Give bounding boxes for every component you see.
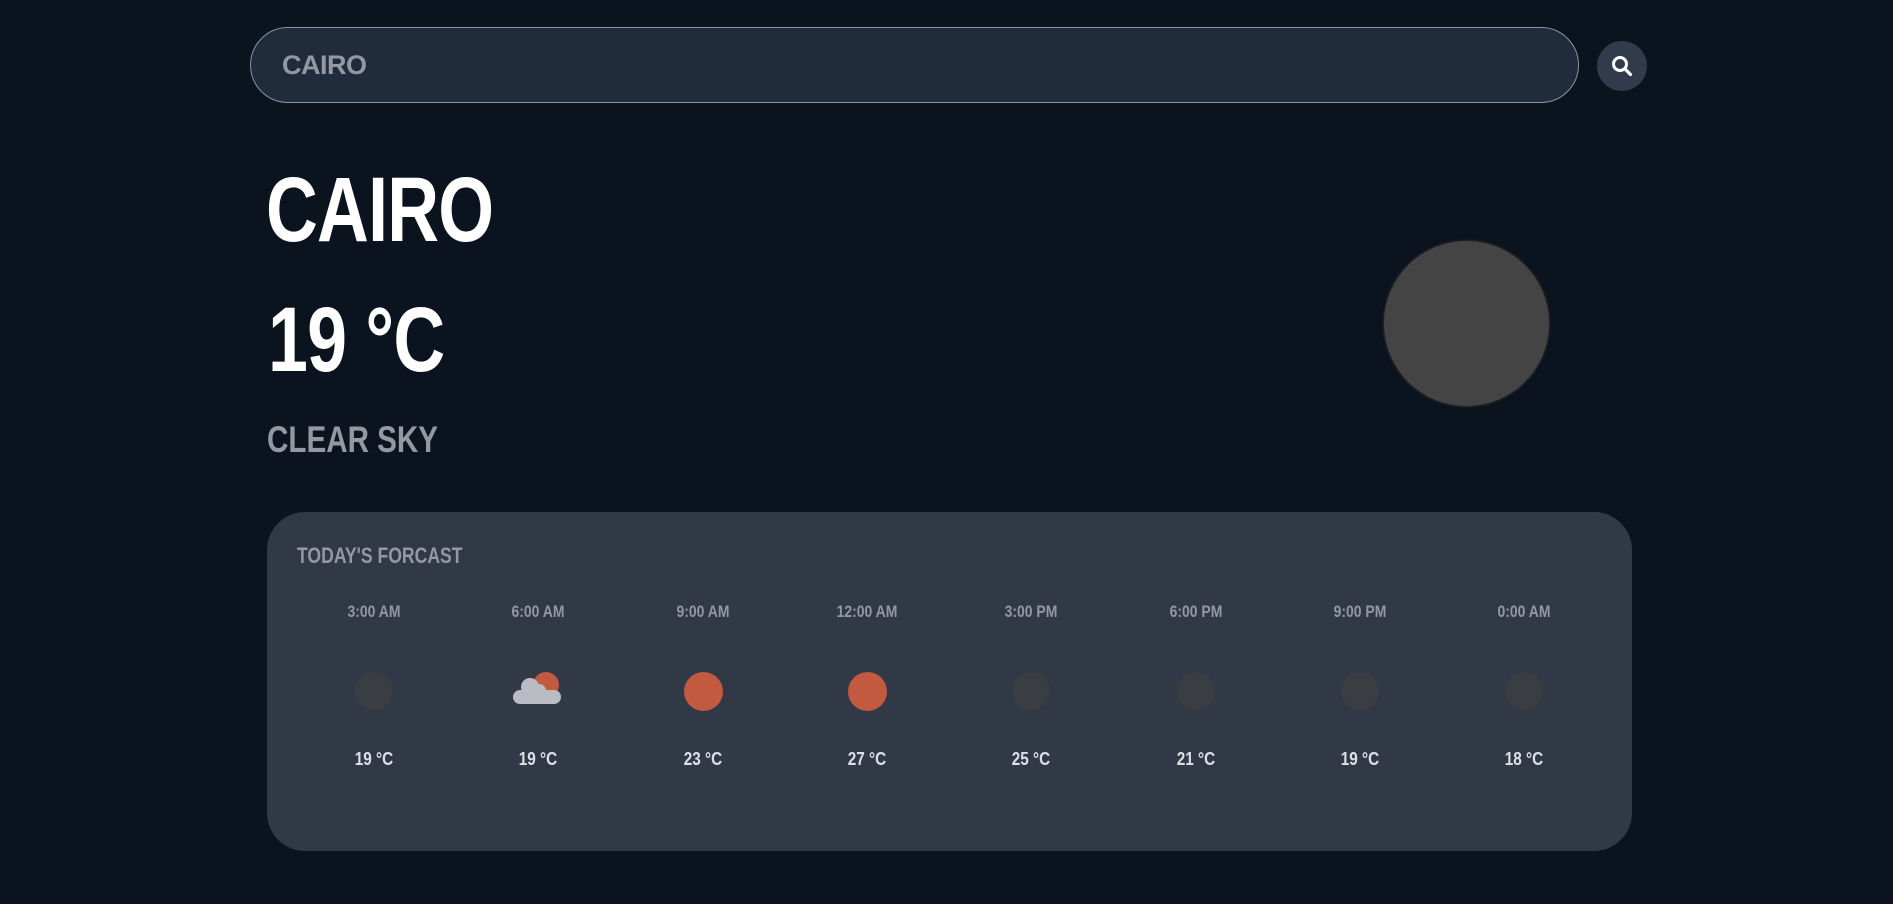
forecast-title: TODAY'S FORCAST xyxy=(297,543,463,568)
forecast-temperature: 21 °C xyxy=(1176,749,1216,769)
sun-icon xyxy=(673,661,733,721)
forecast-temperature: 19 °C xyxy=(354,749,394,769)
forecast-time: 6:00 AM xyxy=(511,602,565,621)
forecast-time: 0:00 AM xyxy=(1497,602,1551,621)
sun-icon xyxy=(837,661,897,721)
partly-cloudy-icon xyxy=(508,661,568,721)
forecast-time: 9:00 AM xyxy=(676,602,730,621)
city-name: CAIRO xyxy=(266,159,494,261)
weather-condition: CLEAR SKY xyxy=(267,419,439,460)
forecast-item: 12:00 AM 27 °C xyxy=(807,602,927,770)
forecast-temperature: 19 °C xyxy=(1340,749,1380,769)
current-temperature: 19 °C xyxy=(268,289,445,391)
forecast-temperature: 25 °C xyxy=(1011,749,1051,769)
forecast-time: 3:00 AM xyxy=(347,602,401,621)
forecast-time: 12:00 AM xyxy=(836,602,898,621)
forecast-time: 6:00 PM xyxy=(1169,602,1223,621)
forecast-item: 6:00 PM 21 °C xyxy=(1136,602,1256,770)
forecast-item: 9:00 PM 19 °C xyxy=(1300,602,1420,770)
forecast-temperature: 23 °C xyxy=(683,749,723,769)
moon-icon xyxy=(1001,661,1061,721)
forecast-item: 3:00 PM 25 °C xyxy=(971,602,1091,770)
forecast-item: 3:00 AM 19 °C xyxy=(314,602,434,770)
forecast-time: 9:00 PM xyxy=(1333,602,1387,621)
forecast-item: 9:00 AM 23 °C xyxy=(643,602,763,770)
today-forecast-panel: TODAY'S FORCAST 3:00 AM 19 °C 6:00 AM 19… xyxy=(267,512,1632,851)
moon-icon xyxy=(1166,661,1226,721)
forecast-temperature: 19 °C xyxy=(518,749,558,769)
search-button[interactable] xyxy=(1597,41,1647,91)
forecast-item: 0:00 AM 18 °C xyxy=(1464,602,1584,770)
forecast-temperature: 27 °C xyxy=(847,749,887,769)
moon-icon xyxy=(1494,661,1554,721)
weather-app: CAIRO 19 °C CLEAR SKY TODAY'S FORCAST 3:… xyxy=(0,0,1893,904)
search-icon xyxy=(1612,56,1633,77)
city-search-input[interactable] xyxy=(250,27,1579,103)
moon-icon xyxy=(1330,661,1390,721)
forecast-item: 6:00 AM 19 °C xyxy=(478,602,598,770)
forecast-time: 3:00 PM xyxy=(1004,602,1058,621)
moon-icon xyxy=(1384,241,1549,406)
moon-icon xyxy=(344,661,404,721)
forecast-temperature: 18 °C xyxy=(1504,749,1544,769)
